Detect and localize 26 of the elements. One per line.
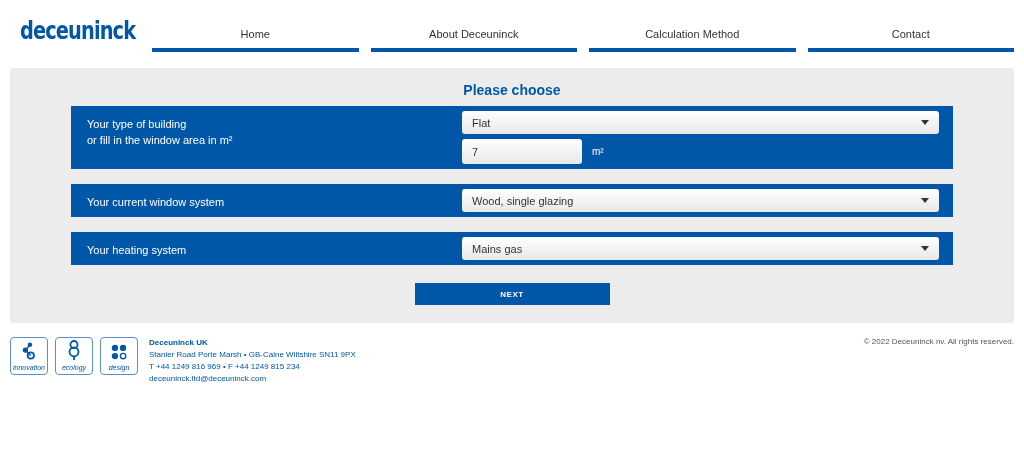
nav-link[interactable]: Calculation Method (589, 0, 796, 52)
select-dropdown[interactable]: Flat (462, 111, 939, 134)
email-link[interactable]: deceuninck.ltd@deceuninck.com (149, 373, 356, 385)
logo[interactable]: deceuninck (20, 16, 134, 45)
form-title: Please choose (463, 82, 561, 98)
company-name: Deceuninck UK (149, 337, 209, 349)
molecule-icon (21, 342, 37, 360)
nav-link[interactable]: About Deceuninck (370, 0, 577, 52)
phone-text: T +44 1249 816 969 • F +44 1249 815 234 (149, 361, 301, 373)
copyright-text: © 2022 Deceuninck nv. All rights reserved. (863, 337, 1014, 348)
caret-icon (921, 198, 929, 203)
field-label: Your current window system (87, 195, 226, 210)
next-button[interactable]: NEXT (414, 283, 610, 305)
unit-label: m² (592, 146, 604, 157)
caret-icon (921, 246, 929, 251)
nav-link[interactable]: Home (152, 0, 359, 52)
field-label: Your type of building (87, 117, 188, 132)
caret-icon (921, 120, 929, 125)
nav-link[interactable]: Contact (807, 0, 1014, 52)
select-dropdown[interactable]: Wood, single glazing (462, 189, 939, 212)
field-label: or fill in the window area in m² (87, 133, 234, 148)
area-input[interactable]: 7 (462, 139, 582, 164)
dots-icon (110, 343, 128, 361)
field-label: Your heating system (87, 243, 188, 258)
select-dropdown[interactable]: Mains gas (462, 237, 939, 260)
address-text: Stanier Road Porte Marsh • GB-Calne Wiltshire SN11 9PX (149, 349, 356, 361)
